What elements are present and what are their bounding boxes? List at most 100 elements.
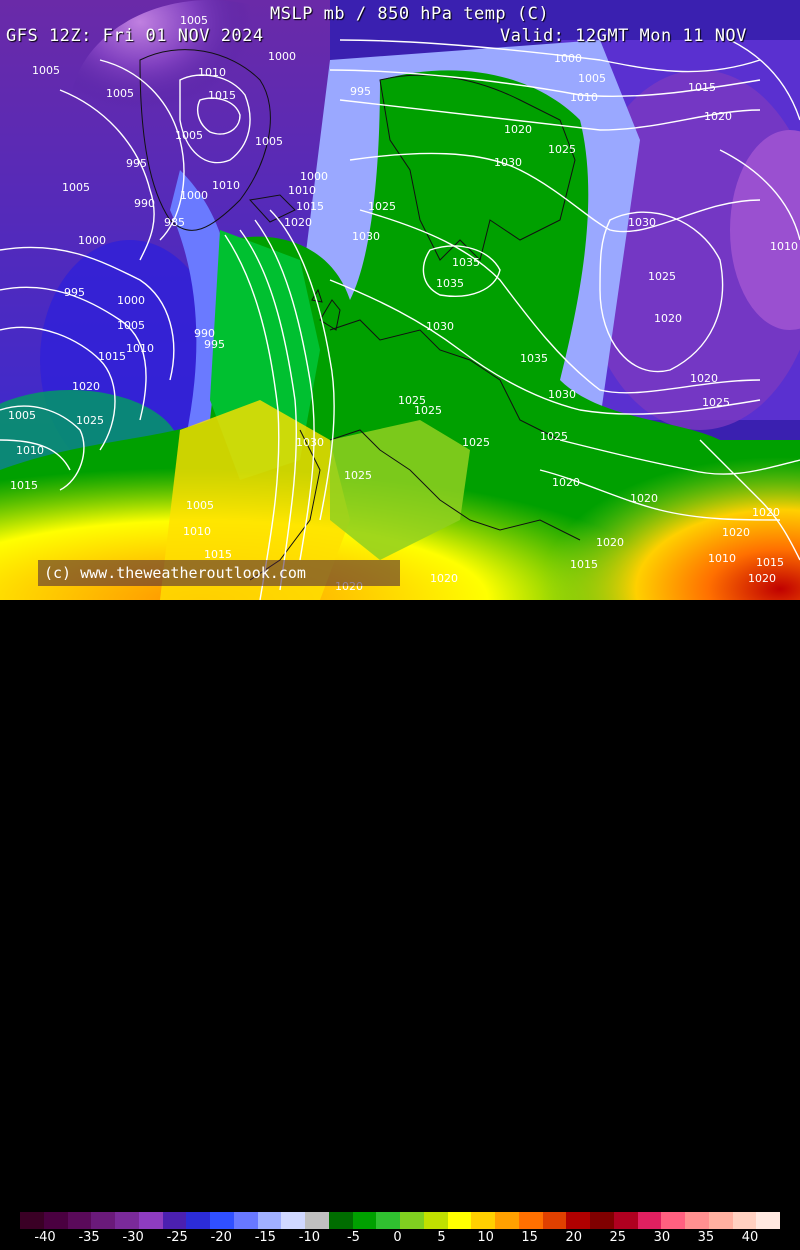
scale-swatch (471, 1212, 495, 1229)
scale-swatch (613, 1212, 638, 1229)
isobar-label: 1005 (175, 129, 203, 142)
scale-swatch (233, 1212, 258, 1229)
isobar-label: 1010 (16, 444, 44, 457)
isobar-label: 1035 (452, 256, 480, 269)
isobar-label: 1025 (648, 270, 676, 283)
isobar-label: 1000 (180, 189, 208, 202)
map-title: MSLP mb / 850 hPa temp (C) (270, 4, 550, 24)
isobar-label: 1020 (722, 526, 750, 539)
scale-tick-label: 20 (565, 1230, 583, 1245)
isobar-label: 1010 (288, 184, 316, 197)
scale-swatch (708, 1212, 733, 1229)
isobar-label: 1015 (296, 200, 324, 213)
isobar-label: 1020 (552, 476, 580, 489)
scale-swatch (637, 1212, 662, 1229)
isobar-label: 1025 (414, 404, 442, 417)
isobar-label: 1020 (752, 506, 780, 519)
isobar-label: 1010 (126, 342, 154, 355)
scale-swatch (328, 1212, 353, 1229)
scale-tick-label: -35 (78, 1230, 100, 1245)
scale-swatch (138, 1212, 163, 1229)
isobar-label: 1025 (344, 469, 372, 482)
isobar-label: 1020 (748, 572, 776, 585)
scale-swatch (400, 1212, 424, 1229)
scale-tick-label: 10 (477, 1230, 494, 1245)
isobar-label: 1020 (504, 123, 532, 136)
weather-map: 1005 1005 1005 1010 1015 1005 1005 1010 … (0, 0, 800, 600)
isobar-label: 1030 (628, 216, 656, 229)
isobar-label: 1005 (32, 64, 60, 77)
scale-swatch (281, 1212, 305, 1229)
isobar-label: 1030 (352, 230, 380, 243)
isobar-label: 1020 (690, 372, 718, 385)
isobar-label: 1020 (704, 110, 732, 123)
isobar-label: 1025 (368, 200, 396, 213)
scale-tick-label: 0 (393, 1230, 402, 1245)
isobar-label: 1020 (430, 572, 458, 585)
scale-swatch (20, 1212, 44, 1229)
isobar-label: 995 (126, 157, 147, 170)
scale-swatch (257, 1212, 282, 1229)
scale-swatch (447, 1212, 472, 1229)
isobar-label: 1000 (268, 50, 296, 63)
isobar-label: 1025 (702, 396, 730, 409)
isobar-label: 1030 (296, 436, 324, 449)
scale-swatch (115, 1212, 139, 1229)
isobar-label: 1010 (570, 91, 598, 104)
isobar-label: 1020 (72, 380, 100, 393)
isobar-label: 1025 (462, 436, 490, 449)
isobar-label: 1020 (596, 536, 624, 549)
scale-tick-label: 15 (521, 1230, 538, 1245)
credit-watermark: (c) www.theweatheroutlook.com (38, 560, 400, 586)
scale-tick-label: 5 (437, 1230, 446, 1245)
isobar-label: 1005 (8, 409, 36, 422)
isobar-label: 1000 (78, 234, 106, 247)
isobar-label: 1010 (770, 240, 798, 253)
scale-swatch (162, 1212, 187, 1229)
scale-tick-label: -25 (166, 1230, 188, 1245)
isobar-label: 1030 (548, 388, 576, 401)
scale-tick-label: -5 (346, 1230, 360, 1245)
scale-swatch (352, 1212, 377, 1229)
color-scale-swatches (20, 1212, 780, 1229)
isobar-label: 1035 (436, 277, 464, 290)
scale-tick-label: -20 (210, 1230, 232, 1245)
isobar-label: 985 (164, 216, 185, 229)
scale-swatch (518, 1212, 543, 1229)
scale-tick-label: 35 (697, 1230, 715, 1245)
scale-swatch (43, 1212, 68, 1229)
scale-tick-label: 30 (653, 1230, 671, 1245)
isobar-label: 1005 (117, 319, 145, 332)
scale-tick-label: -15 (254, 1230, 276, 1245)
model-run: GFS 12Z: Fri 01 NOV 2024 (6, 26, 264, 46)
scale-swatch (186, 1212, 210, 1229)
color-scale-ticks: -40 -35 -30 -25 -20 -15 -10 -5 0 5 10 15 20 25 30 35 40 (0, 1230, 800, 1250)
isobar-label: 1015 (688, 81, 716, 94)
isobar-label: 1015 (570, 558, 598, 571)
isobar-label: 1025 (548, 143, 576, 156)
isobar-label: 995 (350, 85, 371, 98)
scale-swatch (685, 1212, 709, 1229)
isobar-label: 1000 (300, 170, 328, 183)
isobar-label: 1010 (708, 552, 736, 565)
isobar-label: 995 (204, 338, 225, 351)
isobar-label: 1005 (186, 499, 214, 512)
isobar-label: 1005 (62, 181, 90, 194)
isobar-label: 1015 (98, 350, 126, 363)
scale-tick-label: -10 (298, 1230, 320, 1245)
isobar-label: 995 (64, 286, 85, 299)
isobar-label: 1025 (540, 430, 568, 443)
valid-time: Valid: 12GMT Mon 11 NOV (500, 26, 747, 46)
isobar-label: 1030 (494, 156, 522, 169)
isobar-label: 1035 (520, 352, 548, 365)
isobar-label: 1015 (10, 479, 38, 492)
scale-swatch (566, 1212, 590, 1229)
scale-swatch (756, 1212, 780, 1229)
scale-swatch (542, 1212, 567, 1229)
scale-swatch (305, 1212, 329, 1229)
isobar-label: 1010 (212, 179, 240, 192)
isobar-label: 1000 (117, 294, 145, 307)
isobar-label: 1005 (255, 135, 283, 148)
scale-swatch (732, 1212, 757, 1229)
isobar-label: 1030 (426, 320, 454, 333)
